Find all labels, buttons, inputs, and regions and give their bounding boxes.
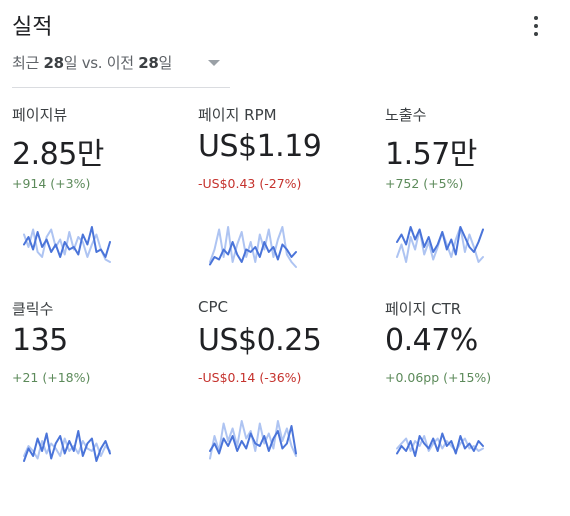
sparkline-chart bbox=[396, 432, 484, 457]
metric-change: +0.06pp (+15%) bbox=[385, 370, 492, 385]
metric-label: 페이지 RPM bbox=[198, 106, 277, 124]
sparkline-chart bbox=[209, 226, 297, 268]
sparkline-chart bbox=[209, 420, 297, 460]
metric-label: 페이지뷰 bbox=[12, 106, 68, 124]
metric-value: 1.57만 bbox=[385, 137, 477, 172]
arrow-drop-down-icon bbox=[208, 60, 220, 66]
sparkline-chart bbox=[396, 226, 484, 263]
metric-card[interactable]: 페이지 RPM US$1.19 -US$0.43 (-27%) bbox=[198, 104, 373, 294]
metric-change: -US$0.43 (-27%) bbox=[198, 176, 302, 191]
metric-change: +914 (+3%) bbox=[12, 176, 91, 191]
metric-change: -US$0.14 (-36%) bbox=[198, 370, 302, 385]
page-title: 실적 bbox=[12, 15, 53, 40]
metric-value: 0.47% bbox=[385, 323, 478, 358]
metric-label: 노출수 bbox=[385, 106, 427, 124]
metric-value: US$1.19 bbox=[198, 129, 322, 164]
metric-value: 2.85만 bbox=[12, 137, 104, 172]
sparkline-previous bbox=[209, 226, 297, 268]
sparkline-current bbox=[396, 432, 484, 457]
more-vert-icon[interactable] bbox=[526, 14, 546, 38]
metric-card[interactable]: 페이지 CTR 0.47% +0.06pp (+15%) bbox=[385, 298, 560, 488]
metric-card[interactable]: CPC US$0.25 -US$0.14 (-36%) bbox=[198, 298, 373, 488]
metric-card[interactable]: 클릭수 135 +21 (+18%) bbox=[12, 298, 187, 488]
metric-label: CPC bbox=[198, 298, 228, 316]
metric-change: +752 (+5%) bbox=[385, 176, 464, 191]
period-selector[interactable]: 최근 28일 vs. 이전 28일 bbox=[12, 52, 230, 88]
sparkline-chart bbox=[23, 430, 111, 462]
metric-value: 135 bbox=[12, 323, 68, 358]
metric-value: US$0.25 bbox=[198, 323, 322, 358]
metric-card[interactable]: 노출수 1.57만 +752 (+5%) bbox=[385, 104, 560, 294]
metric-label: 클릭수 bbox=[12, 300, 54, 318]
sparkline-chart bbox=[23, 226, 111, 263]
metric-change: +21 (+18%) bbox=[12, 370, 91, 385]
metric-label: 페이지 CTR bbox=[385, 300, 462, 318]
metric-card[interactable]: 페이지뷰 2.85만 +914 (+3%) bbox=[12, 104, 187, 294]
period-label: 최근 28일 vs. 이전 28일 bbox=[12, 54, 173, 72]
